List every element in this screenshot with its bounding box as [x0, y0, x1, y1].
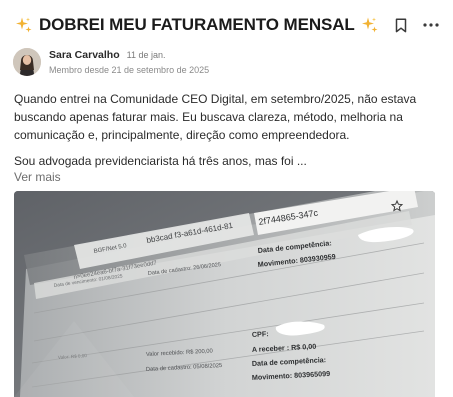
post-image[interactable]: BGF/Net 5.0 bb3cad f3-a61d-461d-81 2f744… [14, 191, 435, 397]
post-body: Quando entrei na Comunidade CEO Digital,… [14, 90, 444, 170]
post-paragraph: Sou advogada previdenciarista há três an… [14, 154, 307, 168]
author-block: Sara Carvalho 11 de jan. Membro desde 21… [13, 46, 209, 78]
post-actions [393, 16, 439, 34]
member-since: Membro desde 21 de setembro de 2025 [49, 65, 210, 75]
post-title: DOBREI MEU FATURAMENTO MENSAL [39, 15, 355, 34]
post-paragraph: Quando entrei na Comunidade CEO Digital,… [14, 92, 417, 142]
more-dots-icon[interactable] [423, 16, 439, 34]
see-more-link[interactable]: Ver mais [14, 170, 61, 184]
avatar[interactable] [13, 48, 41, 76]
author-name[interactable]: Sara Carvalho [49, 49, 120, 61]
post-date: 11 de jan. [126, 50, 166, 60]
sparkles-icon [15, 16, 33, 34]
sparkles-icon [361, 16, 379, 34]
post-header: DOBREI MEU FATURAMENTO MENSAL [15, 13, 439, 37]
author-meta: Sara Carvalho 11 de jan. Membro desde 21… [49, 49, 209, 75]
community-post: DOBREI MEU FATURAMENTO MENSAL Sara Carva… [0, 0, 453, 397]
bookmark-icon[interactable] [393, 16, 409, 34]
record2-cpf: CPF: [252, 329, 269, 339]
